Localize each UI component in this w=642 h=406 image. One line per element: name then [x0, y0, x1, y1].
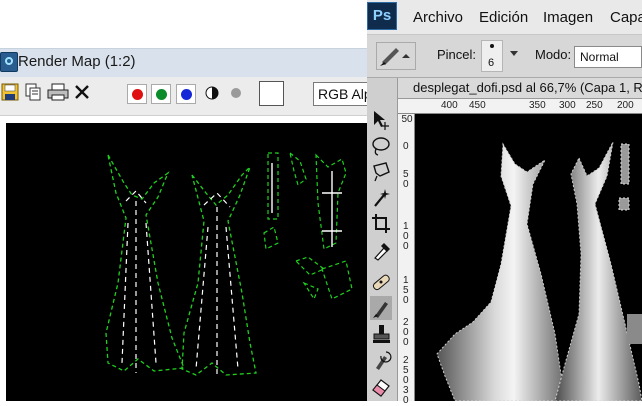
lasso-icon[interactable]	[370, 134, 392, 158]
eraser-icon[interactable]	[370, 374, 392, 398]
ruler-label: 250	[586, 100, 603, 111]
mono-channel-icon[interactable]	[205, 86, 219, 100]
brush-size-value: 6	[488, 57, 495, 69]
print-icon[interactable]	[47, 83, 69, 101]
brush-icon[interactable]	[370, 296, 392, 320]
ruler-label: 0	[403, 179, 409, 190]
history-brush-icon[interactable]	[370, 348, 392, 372]
menu-imagen[interactable]: Imagen	[543, 9, 593, 26]
3dsmax-app-icon	[0, 52, 18, 72]
photoshop-logo: Ps	[367, 2, 397, 30]
alpha-channel-icon[interactable]	[230, 87, 242, 99]
ruler-label: 50	[401, 114, 413, 125]
modo-label: Modo:	[535, 47, 572, 62]
blend-mode-select[interactable]: Normal	[574, 46, 642, 68]
ruler-label: 400	[441, 100, 458, 111]
ruler-label: 300	[559, 100, 576, 111]
ruler-label: 0	[403, 141, 409, 152]
ruler-label: 0	[403, 337, 409, 348]
copy-icon[interactable]	[24, 83, 42, 101]
healing-brush-icon[interactable]	[370, 270, 392, 294]
menu-capa[interactable]: Capa	[610, 9, 642, 26]
background-color-swatch[interactable]	[259, 81, 284, 106]
blue-channel-button[interactable]	[176, 84, 196, 104]
green-channel-button[interactable]	[151, 84, 171, 104]
ruler-label: 350	[529, 100, 546, 111]
ruler-label: 200	[617, 100, 634, 111]
save-icon[interactable]	[1, 83, 19, 101]
eyedropper-icon[interactable]	[370, 238, 392, 262]
menu-archivo[interactable]: Archivo	[413, 9, 463, 26]
channel-select[interactable]: RGB Alpha	[313, 82, 372, 106]
window-title: Render Map (1:2)	[18, 53, 136, 70]
uv-wireframe-canvas	[6, 123, 372, 401]
polygon-lasso-icon[interactable]	[370, 160, 392, 184]
crop-icon[interactable]	[370, 212, 392, 236]
stamp-icon[interactable]	[370, 322, 392, 346]
ruler-label: 0	[403, 395, 409, 406]
menu-edicion[interactable]: Edición	[479, 9, 528, 26]
brush-tip-preview	[490, 44, 494, 48]
ruler-label: 0	[403, 295, 409, 306]
texture-canvas	[415, 114, 642, 401]
horizontal-ruler	[398, 99, 642, 114]
chevron-down-icon[interactable]	[510, 51, 518, 56]
magic-wand-icon[interactable]	[370, 186, 392, 210]
move-icon[interactable]	[370, 108, 392, 132]
pincel-label: Pincel:	[437, 47, 477, 62]
ruler-label: 450	[469, 100, 486, 111]
red-channel-button[interactable]	[127, 84, 147, 104]
ruler-label: 0	[403, 241, 409, 252]
document-title: desplegat_dofi.psd al 66,7% (Capa 1, R	[413, 80, 642, 95]
brush-preset-icon[interactable]	[376, 42, 416, 70]
clear-icon[interactable]	[73, 83, 91, 101]
